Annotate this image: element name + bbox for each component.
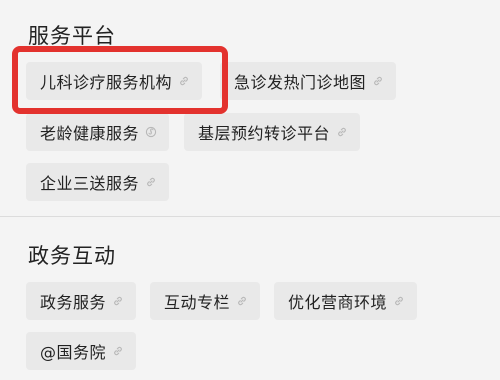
chip-enterprise-services[interactable]: 企业三送服务 bbox=[26, 163, 170, 201]
link-icon bbox=[178, 75, 190, 87]
link-icon bbox=[112, 295, 124, 307]
chip-label: 企业三送服务 bbox=[40, 174, 140, 193]
chip-state-council[interactable]: @国务院 bbox=[26, 332, 137, 370]
chip-fever-clinic-map[interactable]: 急诊发热门诊地图 bbox=[220, 62, 397, 100]
chip-label: 政务服务 bbox=[40, 293, 107, 312]
chip-pediatric-services[interactable]: 儿科诊疗服务机构 bbox=[26, 62, 203, 100]
section-divider bbox=[0, 216, 500, 217]
mini-program-icon bbox=[145, 126, 157, 138]
chip-business-environment[interactable]: 优化营商环境 bbox=[274, 282, 418, 320]
chip-label: 儿科诊疗服务机构 bbox=[40, 73, 173, 92]
chip-referral-platform[interactable]: 基层预约转诊平台 bbox=[184, 113, 361, 151]
chip-interaction-column[interactable]: 互动专栏 bbox=[150, 282, 261, 320]
link-icon bbox=[393, 295, 405, 307]
link-icon bbox=[145, 176, 157, 188]
section-title-service-platform: 服务平台 bbox=[28, 24, 116, 48]
chip-label: 优化营商环境 bbox=[288, 293, 388, 312]
link-icon bbox=[236, 295, 248, 307]
chip-label: 急诊发热门诊地图 bbox=[234, 73, 367, 92]
chip-label: 互动专栏 bbox=[164, 293, 231, 312]
chip-label: @国务院 bbox=[40, 343, 107, 362]
link-icon bbox=[372, 75, 384, 87]
section-title-gov-interaction: 政务互动 bbox=[28, 244, 116, 268]
chip-gov-services[interactable]: 政务服务 bbox=[26, 282, 137, 320]
chip-label: 基层预约转诊平台 bbox=[198, 124, 331, 143]
chip-elderly-health[interactable]: 老龄健康服务 bbox=[26, 113, 170, 151]
link-icon bbox=[112, 345, 124, 357]
link-icon bbox=[336, 126, 348, 138]
chip-label: 老龄健康服务 bbox=[40, 124, 140, 143]
